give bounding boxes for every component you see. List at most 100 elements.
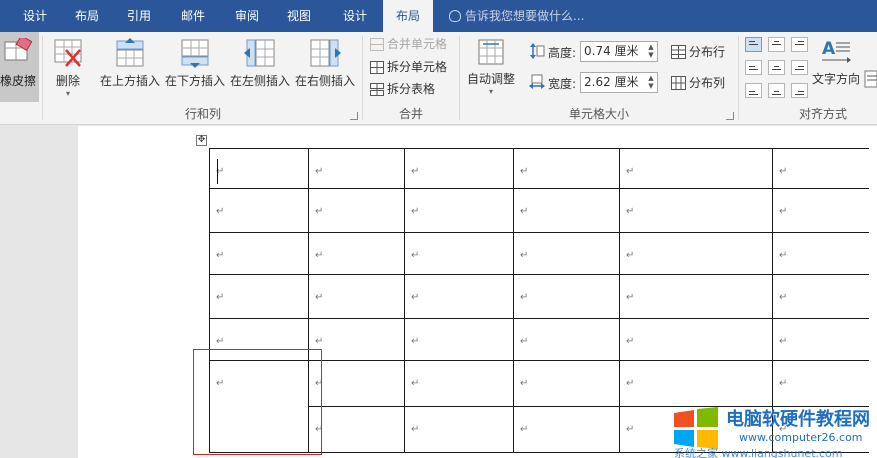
tell-me-placeholder: 告诉我您想要做什么... <box>465 9 585 23</box>
insert-below-icon <box>181 39 209 68</box>
merge-cells-icon <box>370 38 384 51</box>
insert-above-icon <box>116 38 144 67</box>
insert-left-label: 在左侧插入 <box>229 74 290 88</box>
tab-table-layout[interactable]: 布局 <box>383 0 433 32</box>
width-value: 2.62 厘米 <box>584 75 639 89</box>
paragraph-mark: ↵ <box>520 292 529 303</box>
distribute-cols-icon <box>671 76 686 90</box>
split-table-button[interactable]: 拆分表格 <box>370 79 435 99</box>
table-move-handle-icon[interactable]: ✥ <box>196 135 207 146</box>
paragraph-mark: ↵ <box>520 336 529 347</box>
paragraph-mark: ↵ <box>411 292 420 303</box>
distribute-rows-icon <box>671 45 686 59</box>
spinner-arrows-icon[interactable]: ▲ ▼ <box>647 43 655 60</box>
insert-right-button[interactable]: 在右侧插入 <box>294 36 356 104</box>
width-input[interactable]: 2.62 厘米 ▲ ▼ <box>580 72 658 93</box>
split-cells-label: 拆分单元格 <box>387 60 448 74</box>
paragraph-mark: ↵ <box>411 336 420 347</box>
align-middle-left-button[interactable] <box>745 60 762 75</box>
insert-right-label: 在右侧插入 <box>294 74 355 88</box>
tab-references[interactable]: 引用 <box>118 0 160 32</box>
split-table-icon <box>370 83 384 96</box>
tab-mailings[interactable]: 邮件 <box>172 0 214 32</box>
tell-me-search[interactable]: 告诉我您想要做什么... <box>449 0 584 32</box>
autofit-icon <box>478 39 504 65</box>
group-label-rows-cols: 行和列 <box>184 107 221 121</box>
paragraph-mark: ↵ <box>779 336 788 347</box>
ribbon: 橡皮擦 删除 ▾ 在上方插入 在下方插入 在左侧插入 在右侧插入 行和列 合并单… <box>0 32 877 125</box>
text-direction-button[interactable]: A 文字方向 <box>810 36 862 104</box>
delete-label: 删除 <box>55 74 80 88</box>
distribute-rows-label: 分布行 <box>689 45 726 59</box>
merge-cells-button[interactable]: 合并单元格 <box>370 34 447 54</box>
align-top-right-button[interactable] <box>791 37 808 52</box>
group-label-merge: 合并 <box>398 107 423 121</box>
cell-size-launcher-icon[interactable] <box>726 112 734 120</box>
align-top-center-button[interactable] <box>768 37 785 52</box>
eraser-button[interactable]: 橡皮擦 <box>0 32 39 102</box>
paragraph-mark: ↵ <box>779 378 788 389</box>
split-cells-button[interactable]: 拆分单元格 <box>370 57 447 77</box>
align-bottom-left-button[interactable] <box>745 83 762 98</box>
paragraph-mark: ↵ <box>779 292 788 303</box>
svg-text:A: A <box>822 39 836 59</box>
paragraph-mark: ↵ <box>779 206 788 217</box>
tab-table-design[interactable]: 设计 <box>332 0 378 32</box>
height-input[interactable]: 0.74 厘米 ▲ ▼ <box>580 41 658 62</box>
tab-layout[interactable]: 布局 <box>66 0 108 32</box>
tab-view[interactable]: 视图 <box>278 0 320 32</box>
insert-below-label: 在下方插入 <box>164 74 225 88</box>
group-separator <box>42 36 43 120</box>
distribute-rows-button[interactable]: 分布行 <box>671 42 725 62</box>
insert-left-button[interactable]: 在左侧插入 <box>229 36 291 104</box>
insert-above-label: 在上方插入 <box>99 74 160 88</box>
spinner-arrows-icon[interactable]: ▲ ▼ <box>647 74 655 91</box>
align-bottom-center-button[interactable] <box>768 83 785 98</box>
tab-review[interactable]: 审阅 <box>226 0 268 32</box>
split-table-label: 拆分表格 <box>387 82 436 96</box>
autofit-button[interactable]: 自动调整 ▾ <box>465 36 517 104</box>
dropdown-arrow-icon: ▾ <box>65 89 70 98</box>
align-bottom-right-button[interactable] <box>791 83 808 98</box>
height-label: 高度: <box>548 46 577 60</box>
distribute-cols-button[interactable]: 分布列 <box>671 73 725 93</box>
align-middle-center-button[interactable] <box>768 60 785 75</box>
paragraph-mark: ↵ <box>411 378 420 389</box>
dropdown-arrow-icon: ▾ <box>488 87 493 96</box>
paragraph-mark: ↵ <box>315 206 324 217</box>
insert-below-button[interactable]: 在下方插入 <box>164 36 226 104</box>
paragraph-mark: ↵ <box>411 166 420 177</box>
cell-margins-icon[interactable] <box>864 70 877 88</box>
table-border <box>404 148 405 453</box>
align-middle-right-button[interactable] <box>791 60 808 75</box>
table-border <box>619 148 620 453</box>
paragraph-mark: ↵ <box>626 336 635 347</box>
height-value: 0.74 厘米 <box>584 44 639 58</box>
paragraph-mark: ↵ <box>315 166 324 177</box>
highlight-box <box>193 349 322 455</box>
paragraph-mark: ↵ <box>216 250 225 261</box>
rows-cols-launcher-icon[interactable] <box>350 112 358 120</box>
paragraph-mark: ↵ <box>411 424 420 435</box>
insert-above-button[interactable]: 在上方插入 <box>99 36 161 104</box>
windows-logo-icon <box>674 407 718 449</box>
align-top-left-button[interactable] <box>745 37 762 52</box>
paragraph-mark: ↵ <box>779 250 788 261</box>
text-direction-label: 文字方向 <box>811 72 860 86</box>
paragraph-mark: ↵ <box>315 336 324 347</box>
paragraph-mark: ↵ <box>779 166 788 177</box>
delete-button[interactable]: 删除 ▾ <box>50 36 86 104</box>
paragraph-mark: ↵ <box>626 378 635 389</box>
eraser-label: 橡皮擦 <box>0 74 37 88</box>
paragraph-mark: ↵ <box>626 166 635 177</box>
merge-cells-label: 合并单元格 <box>387 37 448 51</box>
group-separator <box>362 36 363 120</box>
group-label-cell-size: 单元格大小 <box>568 107 629 121</box>
tab-design[interactable]: 设计 <box>14 0 56 32</box>
paragraph-mark: ↵ <box>315 250 324 261</box>
watermark-url: www.computer26.com <box>739 431 863 444</box>
text-direction-icon: A <box>822 39 851 63</box>
group-separator <box>459 36 460 120</box>
distribute-cols-label: 分布列 <box>689 76 726 90</box>
paragraph-mark: ↵ <box>520 166 529 177</box>
